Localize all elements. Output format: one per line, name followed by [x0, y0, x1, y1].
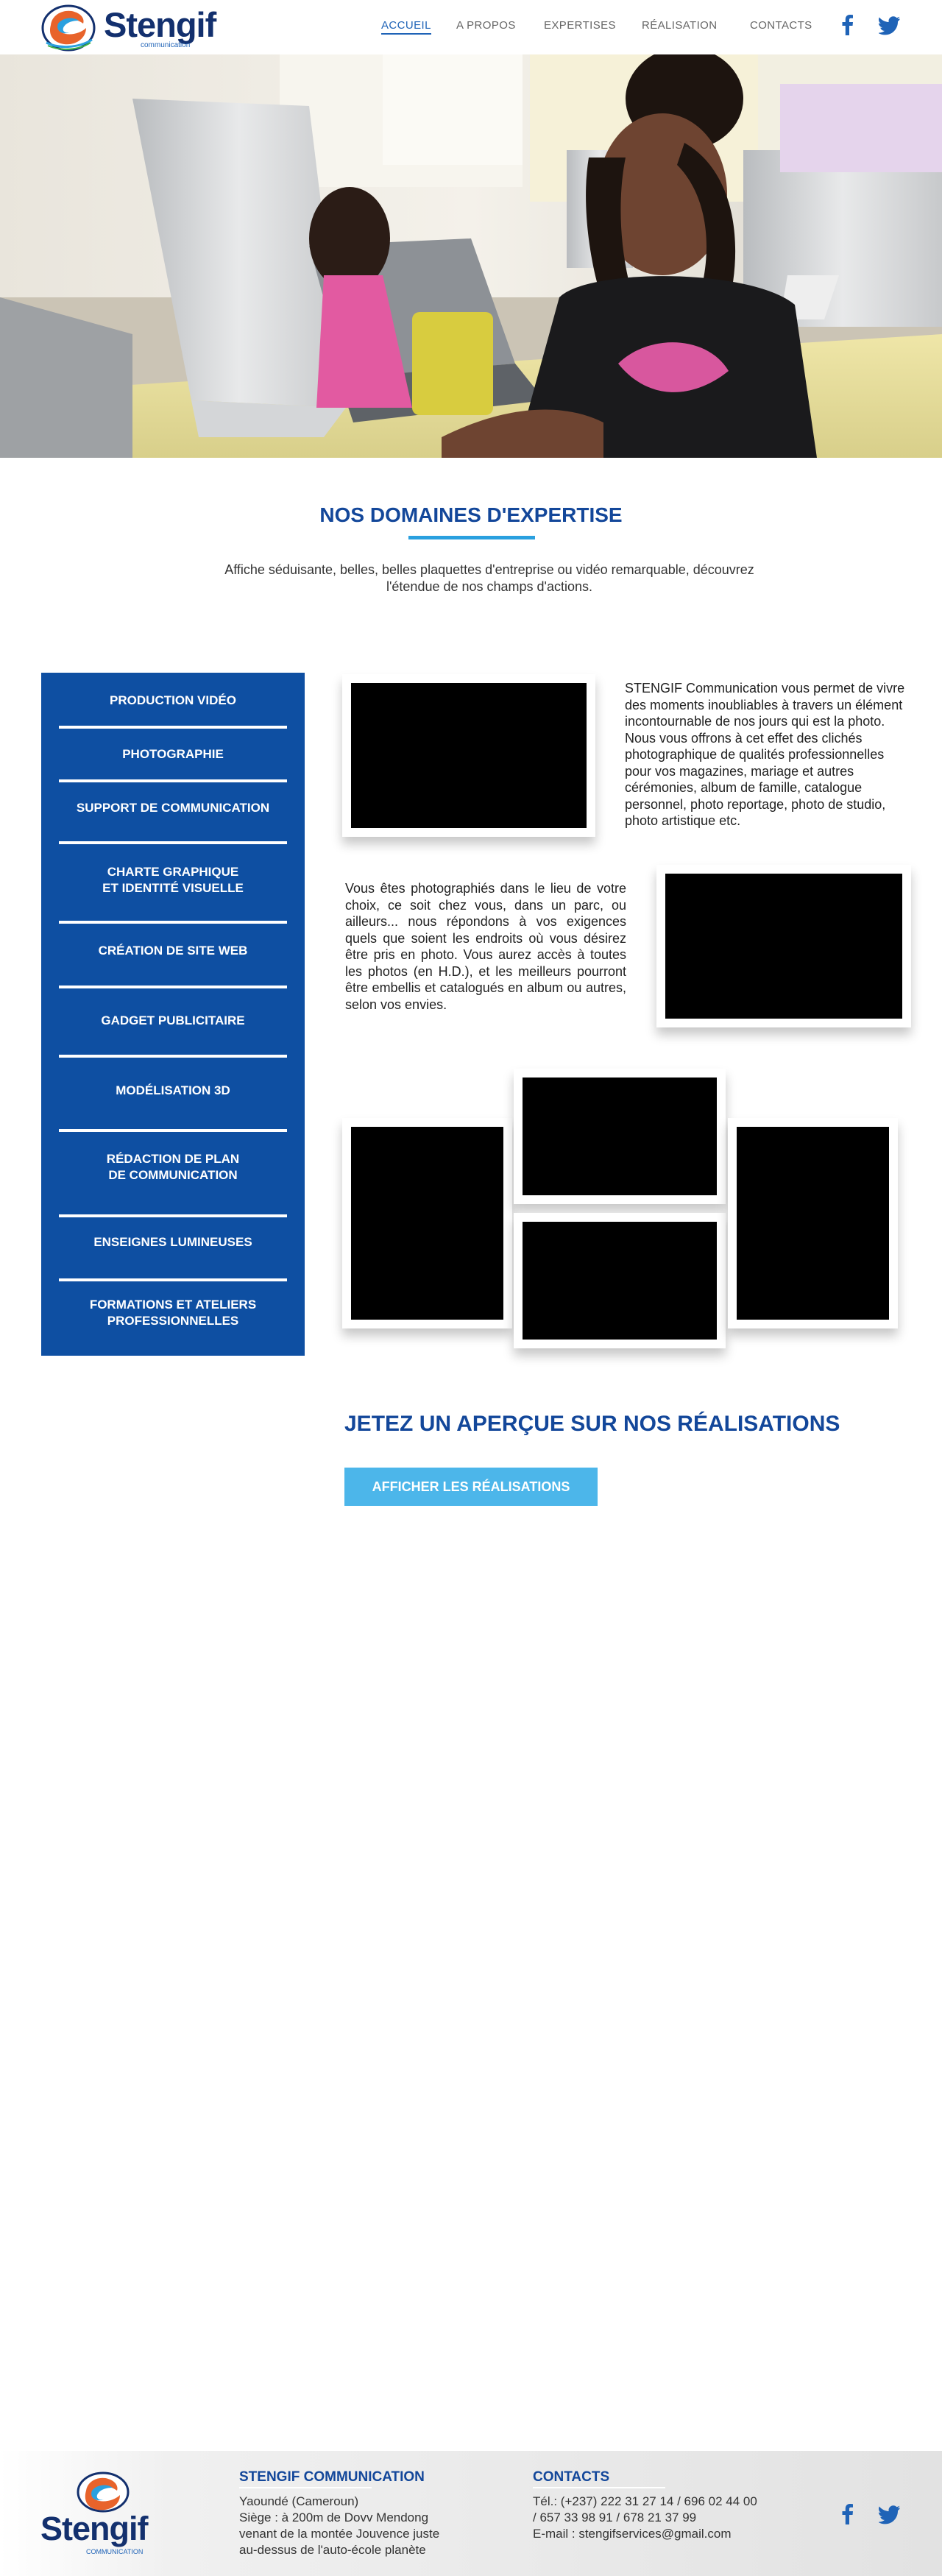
sidebar-item-formations-ateliers[interactable]: FORMATIONS ET ATELIERS PROFESSIONNELLES — [59, 1297, 287, 1329]
expertise-title: NOS DOMAINES D'EXPERTISE — [319, 503, 623, 526]
sidebar-item-support-communication[interactable]: SUPPORT DE COMMUNICATION — [59, 800, 287, 816]
facebook-icon[interactable] — [839, 2502, 855, 2524]
photography-paragraph-2: Vous êtes photographiés dans le lieu de … — [345, 881, 626, 1012]
site-header: Stengif communication ACCUEIL A PROPOS E… — [0, 0, 942, 54]
footer-title-underline — [533, 2487, 665, 2488]
footer-address: Yaoundé (Cameroun) Siège : à 200m de Dov… — [239, 2494, 440, 2557]
gallery-photo-bottom — [523, 1222, 717, 1340]
show-realisations-button[interactable]: AFFICHER LES RÉALISATIONS — [344, 1468, 598, 1506]
sidebar-item-enseignes-lumineuses[interactable]: ENSEIGNES LUMINEUSES — [59, 1234, 287, 1250]
footer-logo-wordmark: Stengif — [40, 2510, 148, 2547]
gallery-photo-right — [737, 1127, 889, 1320]
twitter-icon[interactable] — [879, 2505, 901, 2524]
footer-contacts: Tél.: (+237) 222 31 27 14 / 696 02 44 00… — [533, 2494, 757, 2541]
site-footer: Stengif COMMUNICATION STENGIF COMMUNICAT… — [0, 2451, 942, 2576]
sidebar-item-photographie[interactable]: PHOTOGRAPHIE — [59, 746, 287, 762]
photography-paragraph-1: STENGIF Communication vous permet de viv… — [625, 681, 905, 828]
photo-placeholder — [665, 874, 902, 1019]
facebook-icon[interactable] — [839, 13, 855, 35]
sidebar-separator — [59, 1055, 287, 1058]
photo-placeholder — [351, 683, 587, 828]
gallery-photo-left — [351, 1127, 503, 1320]
sidebar-separator — [59, 779, 287, 782]
hero-photo-classroom — [0, 54, 942, 458]
logo-mark-icon — [41, 4, 96, 52]
nav-expertises[interactable]: EXPERTISES — [544, 19, 616, 32]
sidebar-separator — [59, 1129, 287, 1132]
gallery-photo-top — [523, 1078, 717, 1195]
realisations-title: JETEZ UN APERÇUE SUR NOS RÉALISATIONS — [344, 1412, 840, 1436]
nav-accueil[interactable]: ACCUEIL — [381, 19, 431, 35]
sidebar-item-redaction-plan[interactable]: RÉDACTION DE PLAN DE COMMUNICATION — [59, 1151, 287, 1183]
footer-logo-tagline: COMMUNICATION — [86, 2548, 144, 2555]
logo-tagline: communication — [141, 41, 191, 49]
footer-logo[interactable]: Stengif COMMUNICATION — [40, 2471, 173, 2560]
title-underline — [408, 536, 535, 539]
footer-company-title: STENGIF COMMUNICATION — [239, 2469, 425, 2485]
sidebar-item-modelisation-3d[interactable]: MODÉLISATION 3D — [59, 1083, 287, 1099]
twitter-icon[interactable] — [879, 16, 901, 35]
sidebar-separator — [59, 726, 287, 729]
nav-realisation[interactable]: RÉALISATION — [642, 19, 717, 32]
sidebar-separator — [59, 1214, 287, 1217]
sidebar-separator — [59, 1278, 287, 1281]
footer-contacts-title: CONTACTS — [533, 2469, 610, 2485]
sidebar-item-production-video[interactable]: PRODUCTION VIDÉO — [59, 693, 287, 709]
logo-wordmark: Stengif — [104, 5, 216, 44]
nav-a-propos[interactable]: A PROPOS — [456, 19, 516, 32]
sidebar-separator — [59, 921, 287, 924]
hero-image — [0, 54, 942, 458]
sidebar-item-creation-site-web[interactable]: CRÉATION DE SITE WEB — [59, 943, 287, 959]
expertise-subtitle: Affiche séduisante, belles, belles plaqu… — [224, 562, 754, 594]
sidebar-separator — [59, 986, 287, 988]
sidebar-item-charte-graphique[interactable]: CHARTE GRAPHIQUE ET IDENTITÉ VISUELLE — [59, 864, 287, 896]
brand-logo[interactable]: Stengif communication — [40, 3, 221, 52]
sidebar-separator — [59, 841, 287, 844]
nav-contacts[interactable]: CONTACTS — [750, 19, 812, 32]
sidebar-item-gadget-publicitaire[interactable]: GADGET PUBLICITAIRE — [59, 1013, 287, 1029]
expertise-sidebar: PRODUCTION VIDÉO PHOTOGRAPHIE SUPPORT DE… — [41, 673, 305, 1356]
footer-title-underline — [239, 2487, 372, 2488]
